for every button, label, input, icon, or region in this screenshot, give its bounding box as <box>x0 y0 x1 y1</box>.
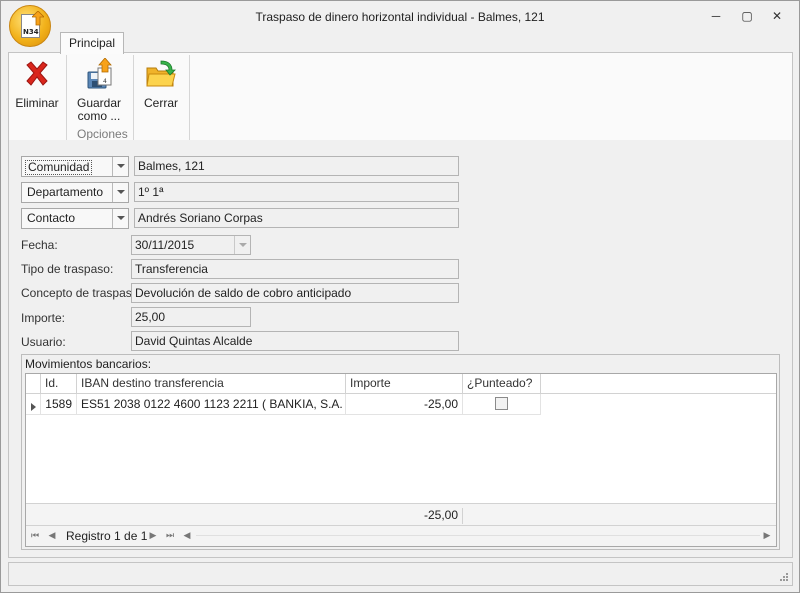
chevron-down-icon[interactable] <box>234 236 250 254</box>
concepto-field[interactable]: Devolución de saldo de cobro anticipado <box>131 283 459 303</box>
horizontal-scrollbar[interactable] <box>196 535 760 536</box>
group-label-opciones: Opciones <box>77 127 128 141</box>
tipo-traspaso-field[interactable]: Transferencia <box>131 259 459 279</box>
group-separator <box>66 55 67 140</box>
punteado-checkbox[interactable] <box>495 397 508 410</box>
next-record-icon[interactable]: ▶ <box>147 530 159 541</box>
fecha-value: 30/11/2015 <box>135 238 195 252</box>
close-window-button[interactable]: ✕ <box>767 7 787 25</box>
chevron-down-icon[interactable] <box>112 209 128 228</box>
departamento-field[interactable]: 1º 1ª <box>134 182 459 202</box>
first-record-icon[interactable]: ⏮ <box>29 530 41 541</box>
departamento-selector[interactable]: Departamento <box>21 182 129 203</box>
guardar-label-line2: como ... <box>77 109 121 123</box>
movimientos-group: Movimientos bancarios: Id. IBAN destino … <box>21 354 780 550</box>
svg-text:4: 4 <box>103 78 107 85</box>
folder-exit-icon <box>145 58 177 90</box>
contacto-selector[interactable]: Contacto <box>21 208 129 229</box>
comunidad-selector-label: Comunidad <box>25 160 93 175</box>
summary-footer: -25,00 <box>26 503 776 525</box>
last-record-icon[interactable]: ⏭ <box>164 530 176 541</box>
movimientos-grid: Id. IBAN destino transferencia Importe ¿… <box>25 373 777 547</box>
contacto-field[interactable]: Andrés Soriano Corpas <box>134 208 459 228</box>
ribbon-tab-row: Principal <box>1 32 799 54</box>
eliminar-button[interactable]: Eliminar <box>13 58 61 110</box>
cell-importe[interactable]: -25,00 <box>346 394 463 415</box>
row-indicator <box>26 394 41 415</box>
record-navigator: ⏮ ◀ Registro 1 de 1 ▶ ⏭ ◀ ▶ <box>26 525 776 546</box>
prev-record-icon[interactable]: ◀ <box>46 530 58 541</box>
column-header-iban[interactable]: IBAN destino transferencia <box>77 374 346 394</box>
app-menu-button[interactable]: N34 <box>9 5 51 47</box>
window-title: Traspaso de dinero horizontal individual… <box>255 10 545 24</box>
group-separator <box>133 55 134 140</box>
group-separator <box>189 55 190 140</box>
record-counter: Registro 1 de 1 <box>66 529 148 543</box>
fecha-label: Fecha: <box>21 238 58 252</box>
title-bar: Traspaso de dinero horizontal individual… <box>1 1 799 32</box>
tipo-traspaso-label: Tipo de traspaso: <box>21 262 114 276</box>
cerrar-label: Cerrar <box>143 96 178 110</box>
red-x-icon <box>21 58 53 90</box>
save-as-icon: 4 <box>83 57 115 90</box>
status-bar <box>8 562 793 586</box>
form-panel: Comunidad Balmes, 121 Departamento 1º 1ª… <box>8 140 793 558</box>
ribbon: Eliminar 4 Guardar como ... Opciones Cer… <box>8 52 793 141</box>
upload-arrow-icon <box>32 11 44 26</box>
departamento-selector-label: Departamento <box>27 185 104 199</box>
column-header-importe[interactable]: Importe <box>346 374 463 394</box>
column-header-id[interactable]: Id. <box>41 374 77 394</box>
chevron-down-icon[interactable] <box>112 183 128 202</box>
scroll-left-icon[interactable]: ◀ <box>181 530 193 541</box>
window: Traspaso de dinero horizontal individual… <box>0 0 800 593</box>
cell-iban[interactable]: ES51 2038 0122 4600 1123 2211 ( BANKIA, … <box>77 394 346 415</box>
fecha-field[interactable]: 30/11/2015 <box>131 235 251 255</box>
comunidad-field[interactable]: Balmes, 121 <box>134 156 459 176</box>
usuario-field[interactable]: David Quintas Alcalde <box>131 331 459 351</box>
usuario-label: Usuario: <box>21 335 66 349</box>
chevron-down-icon[interactable] <box>112 157 128 176</box>
minimize-button[interactable]: ─ <box>706 7 726 25</box>
scroll-right-icon[interactable]: ▶ <box>761 530 773 541</box>
contacto-selector-label: Contacto <box>27 211 76 225</box>
eliminar-label: Eliminar <box>15 96 59 110</box>
total-importe: -25,00 <box>346 508 463 524</box>
concepto-label: Concepto de traspaso <box>21 286 139 300</box>
movimientos-title: Movimientos bancarios: <box>25 357 152 371</box>
comunidad-selector[interactable]: Comunidad <box>21 156 129 177</box>
resize-grip-icon[interactable] <box>779 572 789 582</box>
row-indicator-header <box>26 374 41 394</box>
cell-id[interactable]: 1589 <box>41 394 77 415</box>
row-pointer-icon <box>31 403 36 411</box>
maximize-button[interactable]: ▢ <box>737 7 757 25</box>
tab-principal[interactable]: Principal <box>60 32 124 54</box>
cerrar-button[interactable]: Cerrar <box>139 58 183 110</box>
importe-label: Importe: <box>21 311 66 325</box>
guardar-como-button[interactable]: 4 Guardar como ... <box>71 57 127 123</box>
importe-field[interactable]: 25,00 <box>131 307 251 327</box>
cell-punteado[interactable] <box>463 394 541 415</box>
column-header-punteado[interactable]: ¿Punteado? <box>463 374 541 394</box>
header-filler <box>541 374 776 394</box>
